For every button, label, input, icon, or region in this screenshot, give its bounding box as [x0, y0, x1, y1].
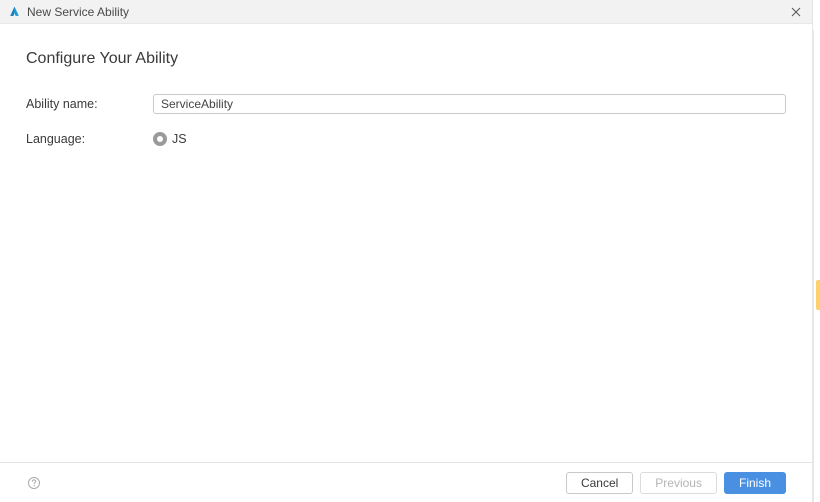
right-gutter: [813, 0, 820, 502]
ability-name-row: Ability name:: [26, 94, 786, 114]
dialog-title: New Service Ability: [27, 5, 788, 19]
close-button[interactable]: [788, 4, 804, 20]
help-button[interactable]: [26, 475, 42, 491]
ability-name-label: Ability name:: [26, 97, 153, 111]
app-logo-icon: [8, 5, 21, 18]
language-radio-js[interactable]: [153, 132, 167, 146]
help-icon: [27, 476, 41, 490]
language-option-js[interactable]: JS: [153, 132, 786, 146]
dialog-window: New Service Ability Configure Your Abili…: [0, 0, 813, 502]
gutter-divider: [813, 30, 814, 502]
dialog-body: Configure Your Ability Ability name: Lan…: [0, 24, 812, 462]
language-radio-label: JS: [172, 132, 187, 146]
dialog-titlebar: New Service Ability: [0, 0, 812, 24]
page-heading: Configure Your Ability: [26, 50, 786, 68]
cancel-button[interactable]: Cancel: [566, 472, 633, 494]
close-icon: [790, 6, 802, 18]
language-row: Language: JS: [26, 132, 786, 146]
ability-name-input[interactable]: [153, 94, 786, 114]
dialog-footer: Cancel Previous Finish: [0, 462, 812, 502]
language-label: Language:: [26, 132, 153, 146]
finish-button[interactable]: Finish: [724, 472, 786, 494]
gutter-highlight: [816, 280, 820, 310]
previous-button: Previous: [640, 472, 717, 494]
